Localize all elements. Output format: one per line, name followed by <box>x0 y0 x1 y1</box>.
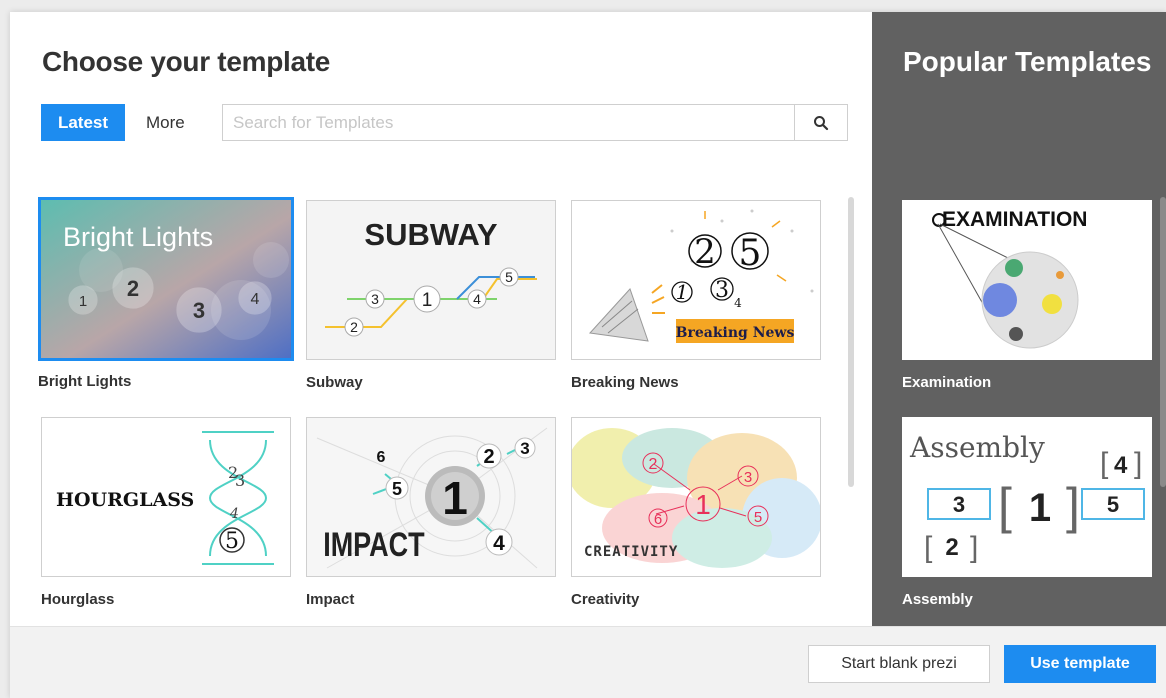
bright-lights-preview: Bright Lights 1 2 3 4 <box>41 200 291 358</box>
search-button[interactable] <box>794 105 847 140</box>
thumb-number: 2 <box>483 446 494 468</box>
thumb-title: IMPACT <box>323 525 425 564</box>
assembly-number: 2 <box>945 534 958 561</box>
bracket-right: ] <box>970 531 978 564</box>
template-card-breaking-news[interactable]: 2 5 1 3 4 Breaking News Breaking News <box>571 200 821 391</box>
thumb-number: 1 <box>79 293 87 310</box>
thumb-number: 3 <box>520 439 529 458</box>
impact-preview: 1 2 3 4 5 6 IMPACT <box>316 427 548 569</box>
thumb-number: 1 <box>442 472 468 524</box>
search-input[interactable] <box>223 105 795 140</box>
template-thumb[interactable]: 2 5 1 3 4 Breaking News <box>571 200 821 360</box>
template-thumb[interactable]: EXAMINATION <box>902 200 1152 360</box>
thumb-number: 5 <box>754 509 762 526</box>
template-name: Assembly <box>902 591 973 608</box>
template-card-creativity[interactable]: 2 1 3 6 5 CREATIVITY Creativity <box>571 417 821 608</box>
thumb-title: Breaking News <box>676 325 795 341</box>
examination-preview: EXAMINATION <box>902 200 1152 360</box>
template-name: Creativity <box>571 591 640 608</box>
thumb-number: 4 <box>1114 452 1128 479</box>
assembly-number: 1 <box>1029 486 1051 530</box>
template-name: Bright Lights <box>38 373 132 390</box>
thumb-title: Assembly <box>909 431 1045 464</box>
assembly-preview: Assembly [ 4 ] 3 [ 1 ] 5 [ 2 ] <box>902 417 1152 577</box>
popular-templates-panel: Popular Templates EXAMINATION Examinatio… <box>872 12 1166 626</box>
tab-more[interactable]: More <box>146 104 185 141</box>
hourglass-preview: HOURGLASS 2 3 4 5 <box>56 431 274 565</box>
template-thumb[interactable]: 1 2 3 4 5 6 IMPACT <box>306 417 556 577</box>
creativity-preview: 2 1 3 6 5 CREATIVITY <box>572 428 820 568</box>
thumb-number: 2 <box>127 276 139 301</box>
bracket-right: ] <box>1134 447 1142 480</box>
template-thumb[interactable]: 2 1 3 6 5 CREATIVITY <box>571 417 821 577</box>
search-icon <box>814 115 829 130</box>
bracket-left: [ <box>924 531 933 564</box>
thumb-title: Bright Lights <box>63 222 213 252</box>
thumb-number: 2 <box>649 456 658 473</box>
template-thumb[interactable]: SUBWAY 2 3 1 4 5 <box>306 200 556 360</box>
thumb-number: 4 <box>493 532 505 555</box>
assembly-number: 3 <box>953 492 965 517</box>
thumb-number: 6 <box>377 449 386 466</box>
template-name: Breaking News <box>571 374 679 391</box>
thumb-number: 4 <box>473 291 481 307</box>
thumb-number: 3 <box>235 471 245 490</box>
dialog-footer: Start blank prezi Use template <box>10 626 1166 698</box>
template-dialog: Choose your template Latest More Search … <box>10 12 1166 698</box>
breaking-news-preview: 2 5 1 3 4 Breaking News <box>588 209 814 343</box>
use-template-button[interactable]: Use template <box>1004 645 1156 683</box>
template-name: Examination <box>902 374 992 391</box>
thumb-number: 1 <box>422 290 433 311</box>
template-name: Impact <box>306 591 355 608</box>
thumb-number: 2 <box>350 319 358 335</box>
thumb-number: 3 <box>193 298 205 323</box>
start-blank-button[interactable]: Start blank prezi <box>808 645 990 683</box>
templates-scrollbar[interactable] <box>848 197 854 487</box>
thumb-number: 4 <box>229 506 239 522</box>
thumb-number: 1 <box>695 489 711 520</box>
template-name: Subway <box>306 374 363 391</box>
thumb-title: CREATIVITY <box>584 544 678 560</box>
template-name: Hourglass <box>41 591 115 608</box>
bracket-right: ] <box>1066 478 1080 534</box>
template-thumb[interactable]: HOURGLASS 2 3 4 5 <box>41 417 291 577</box>
thumb-title: EXAMINATION <box>942 208 1087 231</box>
template-thumb[interactable]: Bright Lights 1 2 3 4 <box>38 197 294 361</box>
page-title: Choose your template <box>42 46 331 77</box>
thumb-number: 6 <box>654 511 662 528</box>
thumb-number: 2 <box>694 232 716 272</box>
popular-scrollbar[interactable] <box>1160 197 1166 487</box>
template-chooser: Choose your template Latest More Search … <box>10 12 872 626</box>
thumb-title: SUBWAY <box>364 217 498 252</box>
thumb-number: 4 <box>734 296 742 310</box>
template-thumb[interactable]: Assembly [ 4 ] 3 [ 1 ] 5 [ 2 ] <box>902 417 1152 577</box>
assembly-number: 5 <box>1107 492 1119 517</box>
template-card-bright-lights[interactable]: Bright Lights 1 2 3 4 Bright Lights <box>38 197 294 390</box>
template-card-subway[interactable]: SUBWAY 2 3 1 4 5 Subway <box>306 200 556 391</box>
tab-latest[interactable]: Latest <box>41 104 125 141</box>
thumb-title: HOURGLASS <box>56 489 194 511</box>
bracket-left: [ <box>998 478 1012 534</box>
thumb-number: 5 <box>505 269 513 285</box>
thumb-number: 4 <box>251 291 260 308</box>
search-box <box>222 104 848 141</box>
template-card-hourglass[interactable]: HOURGLASS 2 3 4 5 Hourglass <box>41 417 291 608</box>
thumb-number: 5 <box>225 529 239 554</box>
bracket-left: [ <box>1100 447 1109 480</box>
thumb-number: 5 <box>392 479 402 499</box>
template-card-assembly[interactable]: Assembly [ 4 ] 3 [ 1 ] 5 [ 2 ] Assembly <box>902 417 1152 608</box>
template-card-impact[interactable]: 1 2 3 4 5 6 IMPACT Impact <box>306 417 556 608</box>
popular-title: Popular Templates <box>903 46 1152 77</box>
thumb-number: 3 <box>744 469 752 486</box>
thumb-number: 3 <box>371 291 379 307</box>
subway-preview: SUBWAY 2 3 1 4 5 <box>325 217 537 337</box>
template-card-examination[interactable]: EXAMINATION Examination <box>902 200 1152 391</box>
